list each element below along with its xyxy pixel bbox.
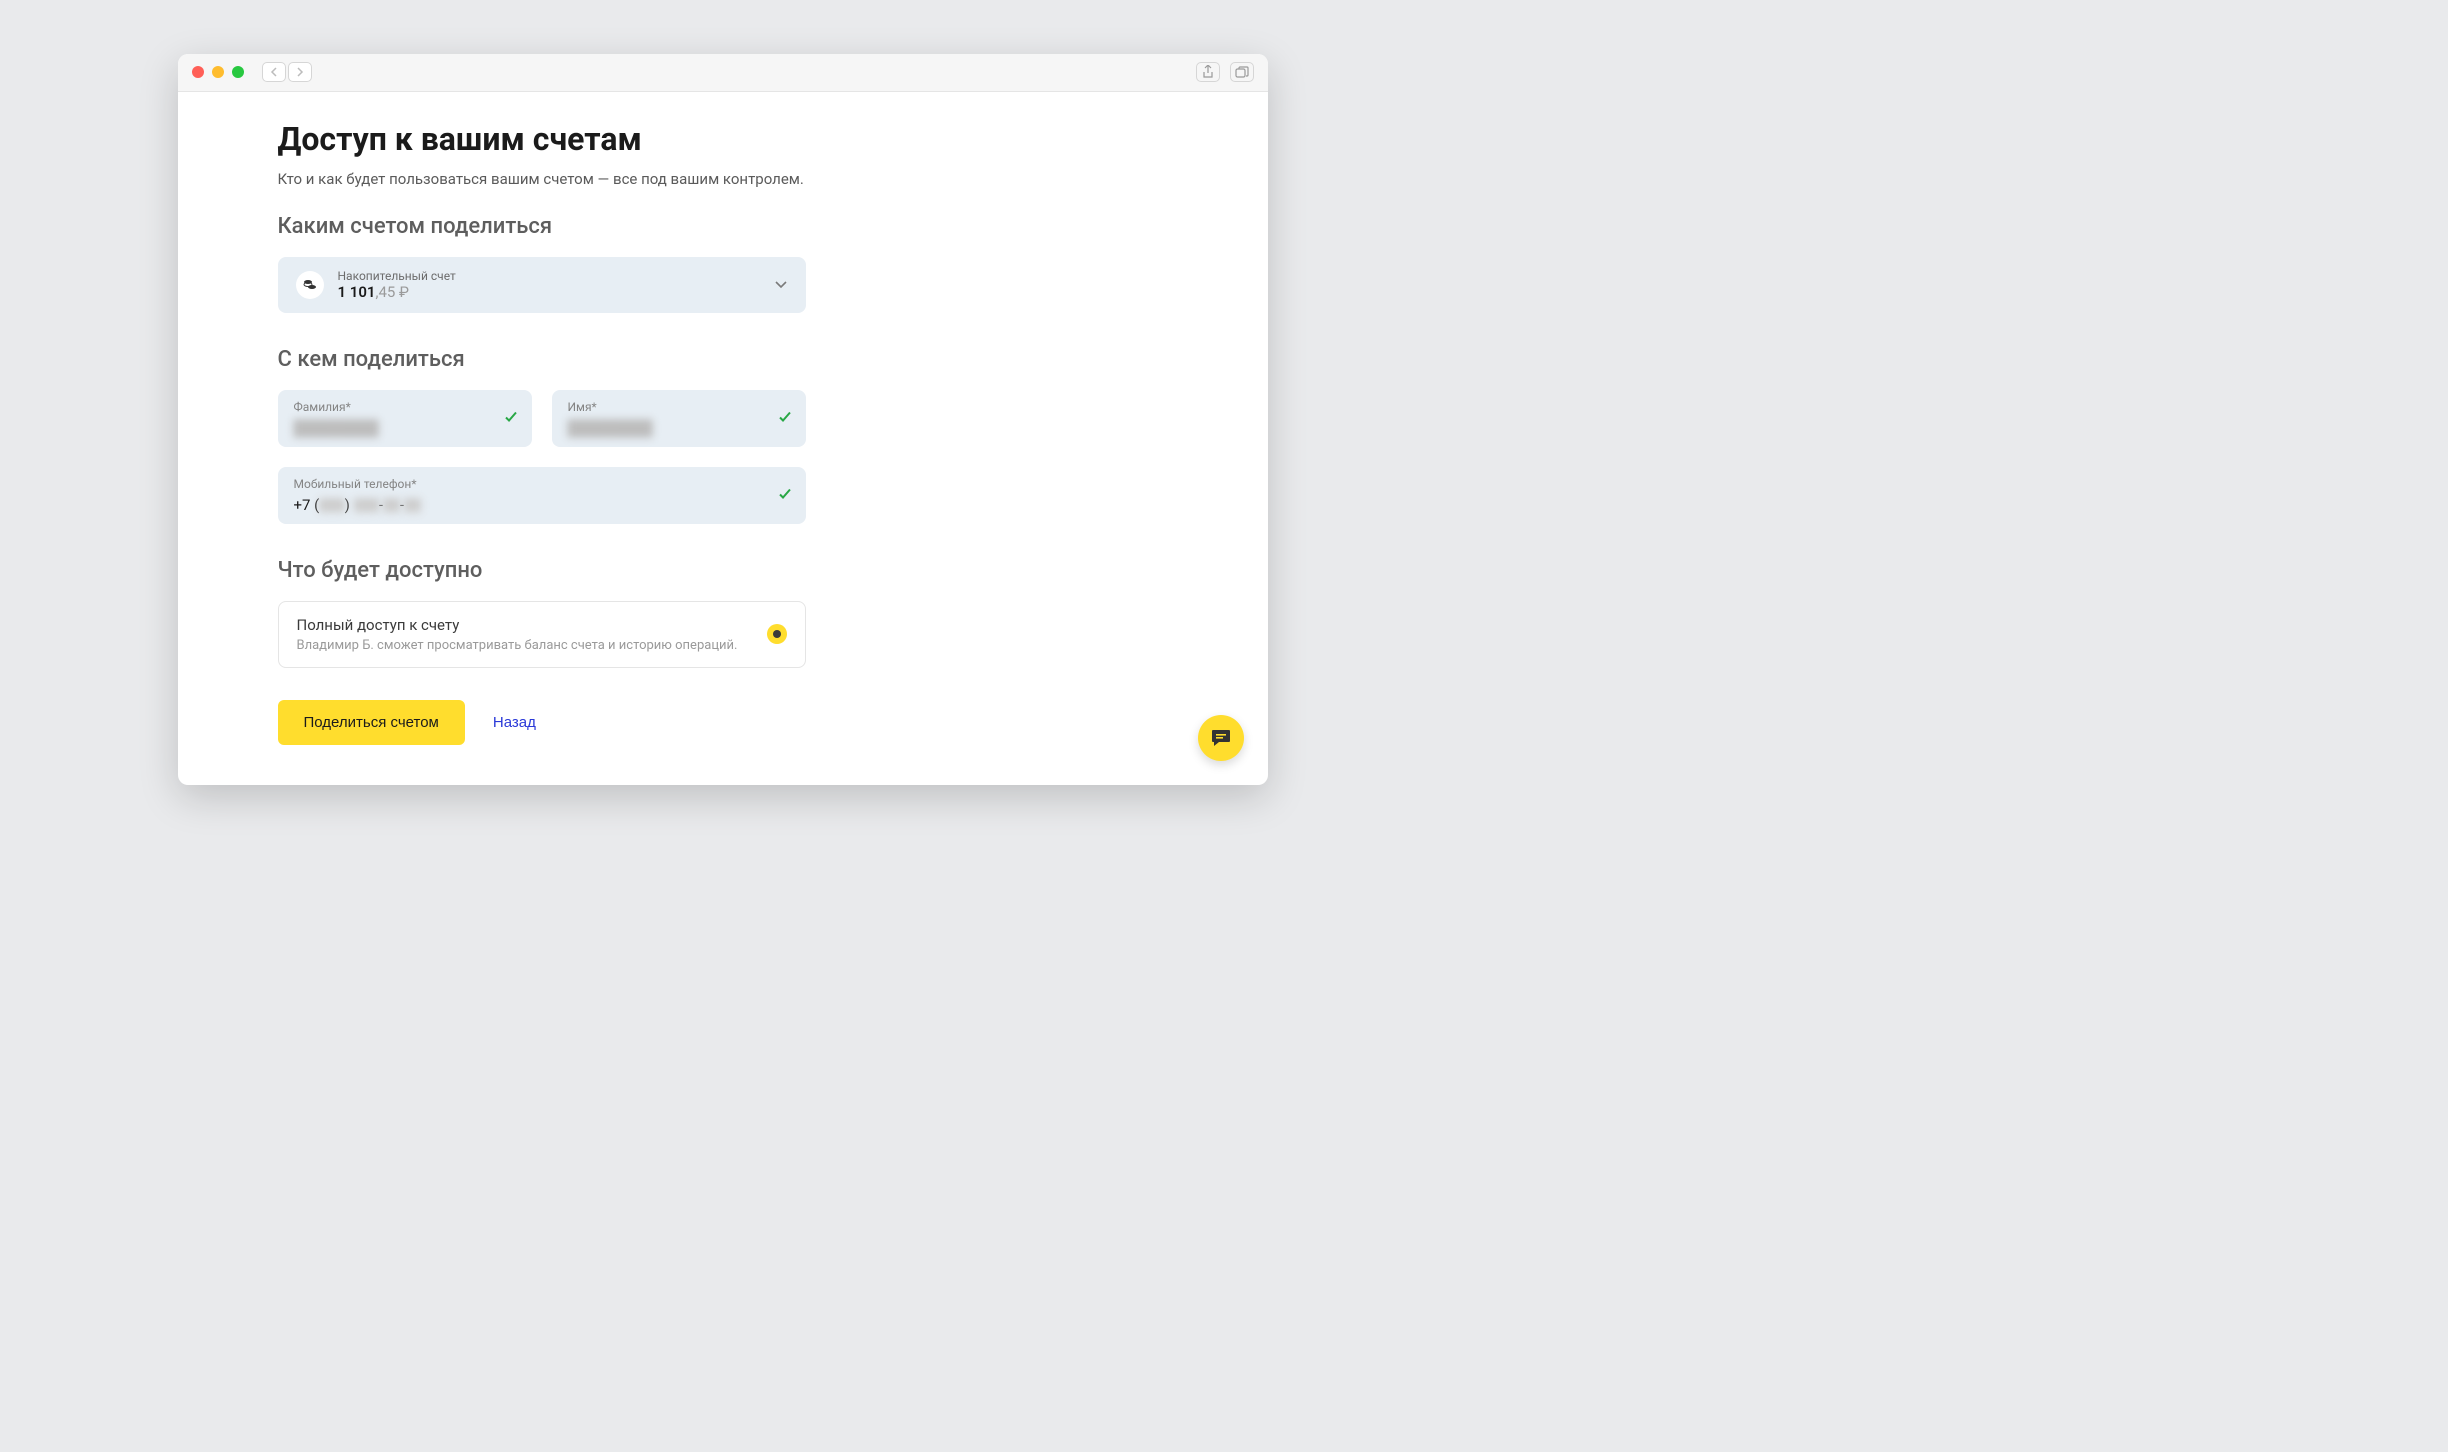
close-window-button[interactable] xyxy=(192,66,204,78)
share-button[interactable] xyxy=(1196,62,1220,82)
phone-value: +7 (999) 999-99-99 xyxy=(294,496,421,514)
nav-arrows xyxy=(262,62,312,82)
coins-icon xyxy=(302,277,318,293)
section-access-heading: Что будет доступно xyxy=(278,558,1168,583)
check-icon xyxy=(778,409,792,428)
titlebar-right xyxy=(1196,62,1254,82)
name-field[interactable]: Имя* ████████ xyxy=(552,390,806,447)
tabs-icon xyxy=(1235,66,1249,78)
share-account-button[interactable]: Поделиться счетом xyxy=(278,700,465,745)
action-row: Поделиться счетом Назад xyxy=(278,700,1168,745)
access-option-full[interactable]: Полный доступ к счету Владимир Б. сможет… xyxy=(278,601,806,668)
surname-label: Фамилия* xyxy=(294,400,516,414)
surname-field[interactable]: Фамилия* ████████ xyxy=(278,390,532,447)
account-selector[interactable]: Накопительный счет 1 101,45 ₽ xyxy=(278,257,806,313)
page-subtitle: Кто и как будет пользоваться вашим счето… xyxy=(278,170,1168,188)
chat-fab[interactable] xyxy=(1198,715,1244,761)
tabs-button[interactable] xyxy=(1230,62,1254,82)
balance-dec: ,45 ₽ xyxy=(376,283,410,301)
access-text: Полный доступ к счету Владимир Б. сможет… xyxy=(297,616,767,653)
chevron-right-icon xyxy=(296,67,304,77)
name-label: Имя* xyxy=(568,400,790,414)
account-icon xyxy=(296,271,324,299)
radio-selected-icon xyxy=(767,624,787,644)
access-option-desc: Владимир Б. сможет просматривать баланс … xyxy=(297,638,767,653)
account-label: Накопительный счет xyxy=(338,269,774,283)
check-icon xyxy=(504,409,518,428)
phone-field[interactable]: Мобильный телефон* +7 (999) 999-99-99 xyxy=(278,467,806,524)
phone-row: Мобильный телефон* +7 (999) 999-99-99 xyxy=(278,467,1168,524)
window-titlebar xyxy=(178,54,1268,92)
chat-icon xyxy=(1210,728,1232,748)
chevron-down-icon xyxy=(774,275,788,294)
browser-window: Доступ к вашим счетам Кто и как будет по… xyxy=(178,54,1268,785)
phone-label: Мобильный телефон* xyxy=(294,477,790,491)
maximize-window-button[interactable] xyxy=(232,66,244,78)
section-share-heading: С кем поделиться xyxy=(278,347,1168,372)
share-icon xyxy=(1202,65,1214,79)
back-button[interactable]: Назад xyxy=(493,714,536,731)
balance-int: 1 101 xyxy=(338,283,376,301)
name-row: Фамилия* ████████ Имя* ████████ xyxy=(278,390,1168,447)
account-balance: 1 101,45 ₽ xyxy=(338,283,774,301)
page-title: Доступ к вашим счетам xyxy=(278,120,1168,158)
section-account-heading: Каким счетом поделиться xyxy=(278,214,1168,239)
surname-value: ████████ xyxy=(294,421,379,436)
page-content: Доступ к вашим счетам Кто и как будет по… xyxy=(178,92,1268,785)
account-text: Накопительный счет 1 101,45 ₽ xyxy=(338,269,774,301)
minimize-window-button[interactable] xyxy=(212,66,224,78)
traffic-lights xyxy=(192,66,244,78)
back-nav-button[interactable] xyxy=(262,62,286,82)
forward-nav-button[interactable] xyxy=(288,62,312,82)
access-option-title: Полный доступ к счету xyxy=(297,616,767,634)
check-icon xyxy=(778,486,792,505)
chevron-left-icon xyxy=(270,67,278,77)
name-value: ████████ xyxy=(568,421,653,436)
